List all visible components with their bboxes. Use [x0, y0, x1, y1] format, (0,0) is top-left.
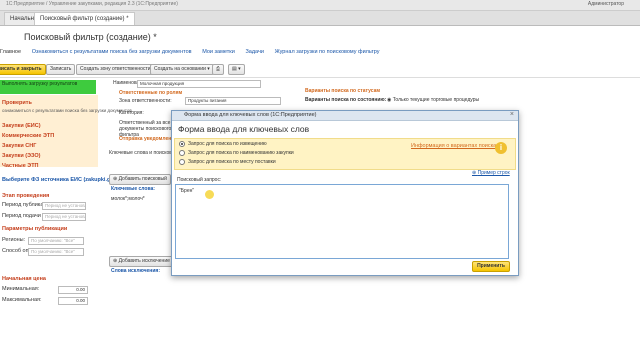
- radio-notice[interactable]: [179, 141, 185, 147]
- sources-panel: Проверить ознакомиться с результатами по…: [0, 95, 132, 169]
- min-price-label: Минимальная:: [2, 286, 40, 292]
- method-input[interactable]: По умолчанию: "Все": [28, 248, 84, 256]
- search-mode-panel: Запрос для поиска по извещению Запрос дл…: [174, 138, 516, 170]
- source-eis[interactable]: Закупки (ЕИС): [2, 123, 41, 129]
- name-input[interactable]: Молочная продукция: [137, 80, 261, 88]
- regions-label: Регионы:: [2, 237, 26, 243]
- initial-price-header: Начальная цена: [2, 276, 46, 282]
- max-price-label: Максимальная:: [2, 297, 42, 303]
- mouse-cursor-highlight: [205, 190, 214, 199]
- link-main[interactable]: Главное: [0, 49, 21, 55]
- window-titlebar: 1С:Предприятие / Управление закупками, р…: [0, 0, 640, 11]
- keyword-value[interactable]: молок*;молоч*: [111, 196, 145, 202]
- add-exclusion-button[interactable]: ⊕ Добавить исключение: [109, 256, 174, 267]
- submission-period-input[interactable]: Период не установлен: [42, 213, 86, 221]
- link-load-journal[interactable]: Журнал загрузки по поисковому фильтру: [275, 49, 380, 55]
- source-private[interactable]: Частные ЭТП: [2, 163, 39, 169]
- radio-delivery-place[interactable]: [179, 159, 185, 165]
- check-link[interactable]: Проверить: [2, 100, 32, 106]
- close-icon[interactable]: ×: [510, 111, 514, 118]
- link-notes[interactable]: Мои заметки: [202, 49, 235, 55]
- page-title: Поисковый фильтр (создание) *: [24, 32, 157, 42]
- min-price-input[interactable]: 0.00: [58, 286, 88, 294]
- info-icon: i: [495, 142, 507, 154]
- tab-bar: Начальная страница Поисковый фильтр (соз…: [0, 11, 640, 26]
- keywords-modal: Форма ввода для ключевых слов (1С:Предпр…: [171, 110, 519, 276]
- apply-button[interactable]: Применить: [472, 261, 510, 272]
- stage-header: Этап проведения: [2, 193, 50, 199]
- user-name[interactable]: Администратор: [588, 1, 624, 7]
- example-link[interactable]: ⊕ Пример строк: [472, 170, 510, 176]
- report-icon[interactable]: ▤ ▾: [228, 64, 245, 75]
- status-option[interactable]: ◉ Только текущие торговые процедуры: [387, 97, 479, 103]
- source-commercial[interactable]: Коммерческие ЭТП: [2, 133, 54, 139]
- left-panel: Выполнять загрузку результатов Проверить…: [0, 80, 132, 360]
- window-title: 1С:Предприятие / Управление закупками, р…: [6, 1, 178, 7]
- query-textarea[interactable]: "Брен": [175, 184, 509, 259]
- query-text: "Брен": [179, 188, 195, 194]
- option-purchase-name-label[interactable]: Запрос для поиска по наименованию закупк…: [188, 150, 294, 156]
- responsibility-label: Зона ответственности:: [119, 98, 172, 104]
- search-options-header: Варианты поиска по статусам: [305, 88, 381, 94]
- tab-search-filter[interactable]: Поисковый фильтр (создание) *: [34, 12, 135, 25]
- category-label: Категория:: [119, 110, 144, 116]
- option-delivery-place-label[interactable]: Запрос для поиска по месту поставки: [188, 159, 276, 165]
- create-responsibility-button[interactable]: Создать зону ответственности: [76, 64, 155, 75]
- source-ezo[interactable]: Закупки (ЭЗО): [2, 153, 40, 159]
- modal-titlebar: Форма ввода для ключевых слов (1С:Предпр…: [172, 111, 518, 121]
- keywords-header: Ключевые слова:: [111, 186, 155, 192]
- max-price-input[interactable]: 0.00: [58, 297, 88, 305]
- responsibility-input[interactable]: Продукты питания: [185, 97, 281, 105]
- divider: [0, 77, 640, 78]
- modal-window-title: Форма ввода для ключевых слов (1С:Предпр…: [184, 112, 317, 118]
- print-icon[interactable]: ⎙: [212, 64, 225, 75]
- roles-header: Ответственные по ролям: [119, 90, 183, 96]
- link-review-results[interactable]: Ознакомиться с результатами поиска без з…: [32, 49, 192, 55]
- query-label: Поисковый запрос:: [177, 177, 222, 183]
- info-link[interactable]: Информация о вариантах поиска: [411, 143, 496, 149]
- regions-input[interactable]: По умолчанию: "Все": [28, 237, 84, 245]
- source-cis[interactable]: Закупки СНГ: [2, 143, 36, 149]
- publication-params-header: Параметры публикации: [2, 226, 68, 232]
- publication-period-input[interactable]: Период не установлен: [42, 202, 86, 210]
- save-close-button[interactable]: Записать и закрыть: [0, 64, 46, 75]
- form-links: Главное Ознакомиться с результатами поис…: [0, 49, 389, 59]
- create-based-button[interactable]: Создать на основании ▾: [150, 64, 214, 75]
- option-notice-label[interactable]: Запрос для поиска по извещению: [188, 141, 267, 147]
- add-search-word-button[interactable]: ⊕ Добавить поисковый: [109, 174, 171, 185]
- modal-heading: Форма ввода для ключевых слов: [178, 124, 310, 134]
- exclusion-header: Слова исключения:: [111, 268, 160, 274]
- load-results-checkbox[interactable]: Выполнять загрузку результатов: [0, 80, 96, 94]
- keywords-tab[interactable]: Ключевые слова и поисков: [109, 150, 172, 156]
- link-tasks[interactable]: Задачи: [245, 49, 263, 55]
- save-button[interactable]: Записать: [46, 64, 76, 75]
- status-label: Варианты поиска по состоянию:: [305, 97, 387, 103]
- radio-purchase-name[interactable]: [179, 150, 185, 156]
